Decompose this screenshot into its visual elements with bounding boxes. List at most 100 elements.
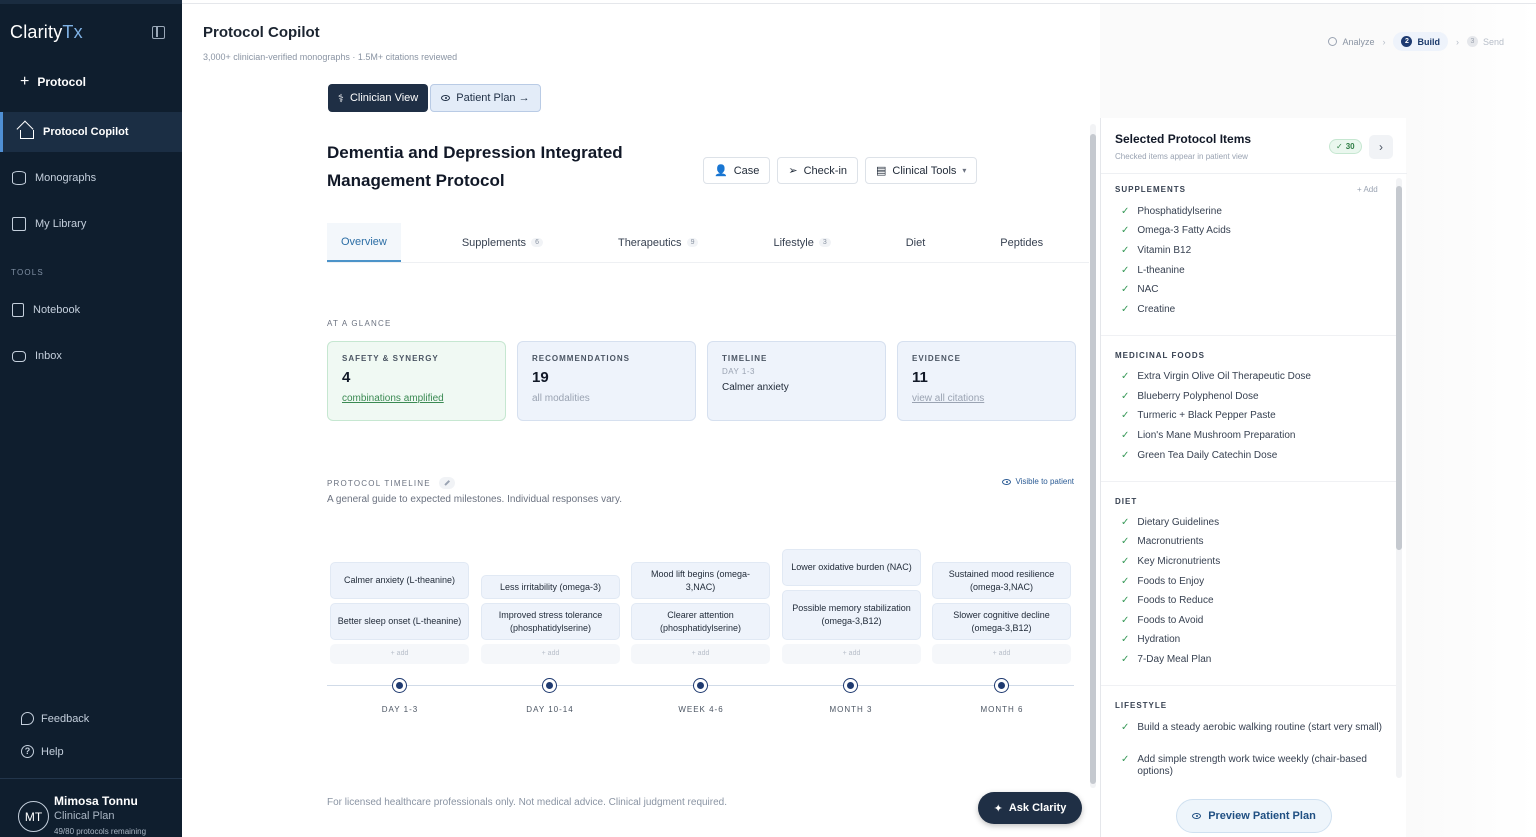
tab-diet[interactable]: Diet [906,223,926,262]
tab-therapeutics[interactable]: Therapeutics 9 [618,223,699,262]
list-item[interactable]: ✓ Green Tea Daily Catechin Dose [1121,450,1383,462]
edit-icon[interactable] [438,477,455,489]
combinations-link[interactable]: combinations amplified [342,393,491,404]
milestone-card[interactable]: Mood lift begins (omega-3,NAC) [631,562,770,599]
new-protocol-button[interactable]: + Protocol [20,74,86,90]
list-item[interactable]: ✓ Foods to Avoid [1121,615,1383,627]
milestone-card[interactable]: Slower cognitive decline (omega-3,B12) [932,603,1071,640]
list-item[interactable]: ✓ Phosphatidylserine [1121,206,1383,218]
tab-supplements[interactable]: Supplements 6 [462,223,543,262]
milestone-card[interactable]: Calmer anxiety (L-theanine) [330,562,469,599]
sidebar-item-notebook[interactable]: Notebook [0,290,182,330]
list-item[interactable]: ✓ Omega-3 Fatty Acids [1121,225,1383,237]
check-icon: ✓ [1121,225,1130,236]
timeline-tick-label: DAY 1-3 [381,705,419,714]
visible-to-patient-toggle[interactable]: Visible to patient [1002,477,1074,486]
add-item-button[interactable]: + Add [1357,185,1378,194]
tab-lifestyle[interactable]: Lifestyle 3 [773,223,831,262]
clinical-tools-dropdown[interactable]: ▤ Clinical Tools ▾ [865,157,978,184]
stethoscope-icon: ⚕ [338,92,344,105]
section-divider [1101,335,1396,336]
list-item[interactable]: ✓ Build a steady aerobic walking routine … [1121,722,1383,734]
list-item[interactable]: ✓ Macronutrients [1121,536,1383,548]
sidebar: ClarityTx + Protocol Protocol Copilot Mo… [0,0,182,837]
step-send[interactable]: 3 Send [1466,36,1504,47]
feedback-link[interactable]: Feedback [21,712,89,725]
timeline-tick-label: MONTH 6 [980,705,1024,714]
add-milestone-button[interactable]: + add [932,644,1071,664]
panel-scrollbar[interactable] [1396,178,1402,778]
list-item[interactable]: ✓ Turmeric + Black Pepper Paste [1121,410,1383,422]
ask-clarity-button[interactable]: ✦ Ask Clarity [978,792,1082,824]
milestone-card[interactable]: Sustained mood resilience (omega-3,NAC) [932,562,1071,599]
list-item[interactable]: ✓ Creatine [1121,304,1383,316]
tab-count: 9 [686,238,699,247]
progress-stepper: Analyze › 2 Build › 3 Send [1328,32,1504,51]
patient-plan-button[interactable]: Patient Plan → [430,84,541,112]
brand-logo[interactable]: ClarityTx [10,22,83,43]
timeline-marker[interactable] [693,678,708,693]
check-in-button[interactable]: ➢ Check-in [777,157,859,184]
timeline-tick-label: DAY 10-14 [526,705,574,714]
toolbox-icon: ▤ [876,165,887,177]
list-item[interactable]: ✓ Lion's Mane Mushroom Preparation [1121,430,1383,442]
timeline-marker[interactable] [843,678,858,693]
selected-items-panel: Selected Protocol Items Checked items ap… [1100,118,1407,837]
list-item[interactable]: ✓ Hydration [1121,634,1383,646]
sidebar-collapse-icon[interactable] [152,26,165,39]
tab-peptides[interactable]: Peptides [1000,223,1043,262]
sidebar-item-protocol-copilot[interactable]: Protocol Copilot [0,112,182,152]
timeline-marker[interactable] [392,678,407,693]
list-item[interactable]: ✓ 7-Day Meal Plan [1121,654,1383,666]
timeline-card: TIMELINE DAY 1-3 Calmer anxiety [707,341,886,421]
milestone-card[interactable]: Possible memory stabilization (omega-3,B… [782,590,921,640]
timeline-marker[interactable] [994,678,1009,693]
user-profile[interactable]: MT Mimosa Tonnu Clinical Plan 49/80 prot… [0,778,182,837]
milestone-card[interactable]: Less irritability (omega-3) [481,575,620,599]
list-item[interactable]: ✓ NAC [1121,284,1383,296]
page-title: Protocol Copilot [203,24,320,41]
help-icon: ? [21,745,34,758]
add-milestone-button[interactable]: + add [481,644,620,664]
list-item[interactable]: ✓ Add simple strength work twice weekly (… [1121,754,1383,778]
check-icon: ✓ [1121,245,1130,256]
list-item[interactable]: ✓ Foods to Reduce [1121,595,1383,607]
preview-patient-plan-button[interactable]: Preview Patient Plan [1176,799,1332,833]
home-icon [20,130,34,139]
selected-count-badge: ✓ 30 [1329,139,1362,154]
milestone-card[interactable]: Clearer attention (phosphatidylserine) [631,603,770,640]
check-icon: ✓ [1121,634,1130,645]
panel-next-button[interactable]: › [1369,135,1393,159]
case-button[interactable]: 👤 Case [703,157,771,184]
help-link[interactable]: ? Help [21,745,64,758]
sidebar-item-monographs[interactable]: Monographs [0,158,182,198]
milestone-card[interactable]: Improved stress tolerance (phosphatidyls… [481,603,620,640]
check-icon: ✓ [1121,754,1130,765]
list-item[interactable]: ✓ Key Micronutrients [1121,556,1383,568]
list-item[interactable]: ✓ L-theanine [1121,265,1383,277]
add-milestone-button[interactable]: + add [782,644,921,664]
add-milestone-button[interactable]: + add [631,644,770,664]
add-milestone-button[interactable]: + add [330,644,469,664]
section-divider [1101,685,1396,686]
tab-overview[interactable]: Overview [327,223,401,262]
main-scrollbar[interactable] [1090,124,1096,788]
check-icon: ✓ [1121,430,1130,441]
timeline-marker[interactable] [542,678,557,693]
milestone-card[interactable]: Better sleep onset (L-theanine) [330,603,469,640]
list-item[interactable]: ✓ Foods to Enjoy [1121,576,1383,588]
sidebar-item-inbox[interactable]: Inbox [0,336,182,376]
step-analyze[interactable]: Analyze [1328,37,1374,47]
milestone-card[interactable]: Lower oxidative burden (NAC) [782,549,921,586]
sidebar-item-my-library[interactable]: My Library [0,204,182,244]
list-item[interactable]: ✓ Extra Virgin Olive Oil Therapeutic Dose [1121,371,1383,383]
clinician-view-button[interactable]: ⚕ Clinician View [328,84,429,112]
check-icon: ✓ [1121,391,1130,402]
list-item[interactable]: ✓ Blueberry Polyphenol Dose [1121,391,1383,403]
list-item[interactable]: ✓ Vitamin B12 [1121,245,1383,257]
view-citations-link[interactable]: view all citations [912,393,1061,404]
user-quota: 49/80 protocols remaining [54,827,147,836]
check-icon: ✓ [1121,595,1130,606]
list-item[interactable]: ✓ Dietary Guidelines [1121,517,1383,529]
step-build[interactable]: 2 Build [1393,32,1448,51]
